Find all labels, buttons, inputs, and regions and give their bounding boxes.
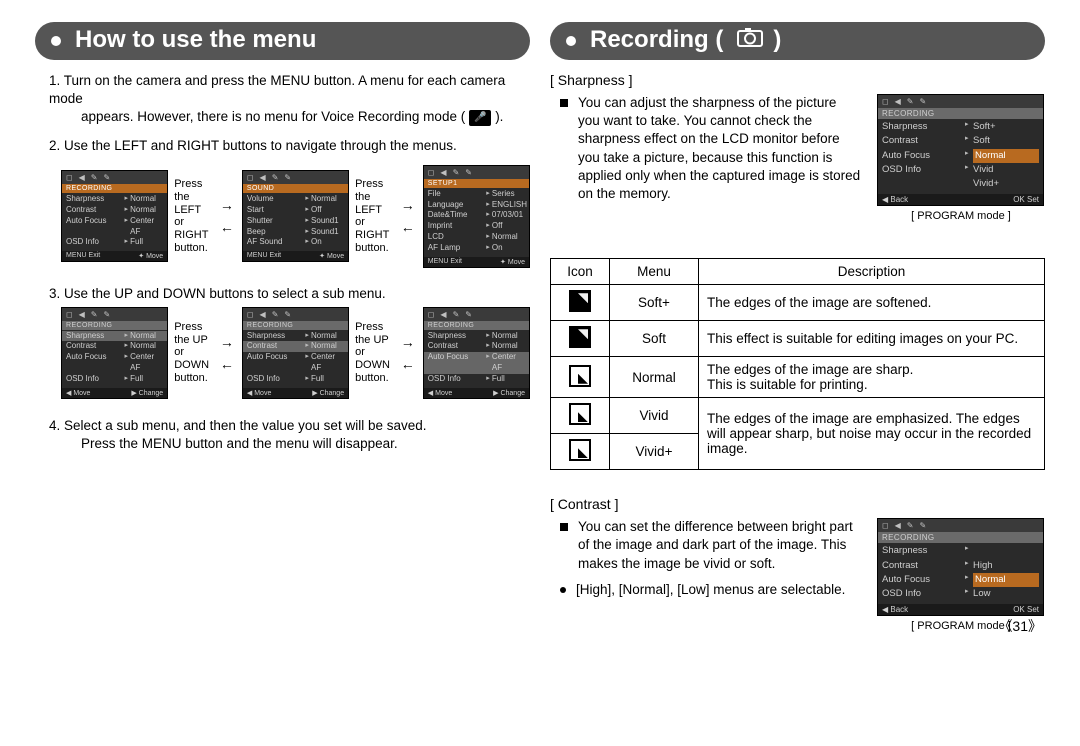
sharpness-desc: You can adjust the sharpness of the pict… xyxy=(560,94,861,203)
vivid-plus-icon xyxy=(569,439,591,461)
th-icon: Icon xyxy=(551,259,610,285)
mini-menu-rec-sel1: ◻◀✎✎ RECORDING Sharpness▸Normal Contrast… xyxy=(61,307,168,399)
mini-menu-rec-sel2: ◻◀✎✎ RECORDING Sharpness▸Normal Contrast… xyxy=(242,307,349,399)
step-1: 1. Turn on the camera and press the MENU… xyxy=(49,72,530,127)
step-4: 4. Select a sub menu, and then the value… xyxy=(49,417,530,453)
contrast-label: [ Contrast ] xyxy=(550,496,1045,512)
title-text: Recording ( xyxy=(590,26,723,54)
table-row: Vivid The edges of the image are emphasi… xyxy=(551,398,1045,434)
press-ud-2: Press the UP or DOWN button. xyxy=(355,321,393,384)
menu-row-ud: ◻◀✎✎ RECORDING Sharpness▸Normal Contrast… xyxy=(61,307,530,399)
page-number: 《31》 xyxy=(998,616,1042,636)
table-row: Soft This effect is suitable for editing… xyxy=(551,321,1045,357)
th-menu: Menu xyxy=(610,259,699,285)
mini-menu-setup: ◻◀✎✎ SETUP1 File▸Series Language▸ENGLISH… xyxy=(423,165,530,268)
square-bullet-icon xyxy=(560,523,568,531)
soft-plus-icon xyxy=(569,290,591,312)
menu-row-lr: ◻◀✎✎ RECORDING Sharpness▸Normal Contrast… xyxy=(61,165,530,268)
th-desc: Description xyxy=(699,259,1045,285)
step-2: 2. Use the LEFT and RIGHT buttons to nav… xyxy=(49,137,530,155)
sharpness-table: Icon Menu Description Soft+ The edges of… xyxy=(550,258,1045,470)
press-ud-1: Press the UP or DOWN button. xyxy=(174,321,212,384)
table-row: Soft+ The edges of the image are softene… xyxy=(551,285,1045,321)
mini-menu-rec-sel3: ◻◀✎✎ RECORDING Sharpness▸Normal Contrast… xyxy=(423,307,530,399)
soft-icon xyxy=(569,326,591,348)
arrow-ud-1: →← xyxy=(220,335,234,371)
table-row: Normal The edges of the image are sharp.… xyxy=(551,357,1045,398)
vivid-icon xyxy=(569,403,591,425)
mini-menu-recording: ◻◀✎✎ RECORDING Sharpness▸Normal Contrast… xyxy=(61,170,168,262)
sharpness-label: [ Sharpness ] xyxy=(550,72,1045,88)
title-how-to-use: How to use the menu xyxy=(35,22,530,60)
arrow-ud-2: →← xyxy=(401,335,415,371)
press-lr-1: Press the LEFT or RIGHT button. xyxy=(174,178,212,254)
normal-icon xyxy=(569,365,591,387)
sharpness-lcd-menu: ◻◀✎✎ RECORDING Sharpness▸Soft+ Contrast▸… xyxy=(877,94,1044,206)
left-column: How to use the menu 1. Turn on the camer… xyxy=(35,22,530,632)
voice-recording-icon: 🎤 xyxy=(469,110,491,126)
dot-bullet-icon xyxy=(560,587,566,593)
camera-icon xyxy=(737,26,763,54)
arrow-lr-1: →← xyxy=(220,198,234,234)
sharpness-caption: [ PROGRAM mode ] xyxy=(877,210,1045,222)
arrow-lr-2: →← xyxy=(401,198,415,234)
mini-menu-sound: ◻◀✎✎ SOUND Volume▸Normal Start▸Off Shutt… xyxy=(242,170,349,262)
contrast-options: [High], [Normal], [Low] menus are select… xyxy=(560,581,861,599)
square-bullet-icon xyxy=(560,99,568,107)
title-recording: Recording ( ) xyxy=(550,22,1045,60)
right-column: Recording ( ) [ Sharpness ] You can adju… xyxy=(550,22,1045,632)
title-text: How to use the menu xyxy=(75,26,316,54)
contrast-lcd-menu: ◻◀✎✎ RECORDING Sharpness▸ Contrast▸High … xyxy=(877,518,1044,616)
contrast-desc: You can set the difference between brigh… xyxy=(560,518,861,573)
press-lr-2: Press the LEFT or RIGHT button. xyxy=(355,178,393,254)
step-3: 3. Use the UP and DOWN buttons to select… xyxy=(49,286,530,301)
